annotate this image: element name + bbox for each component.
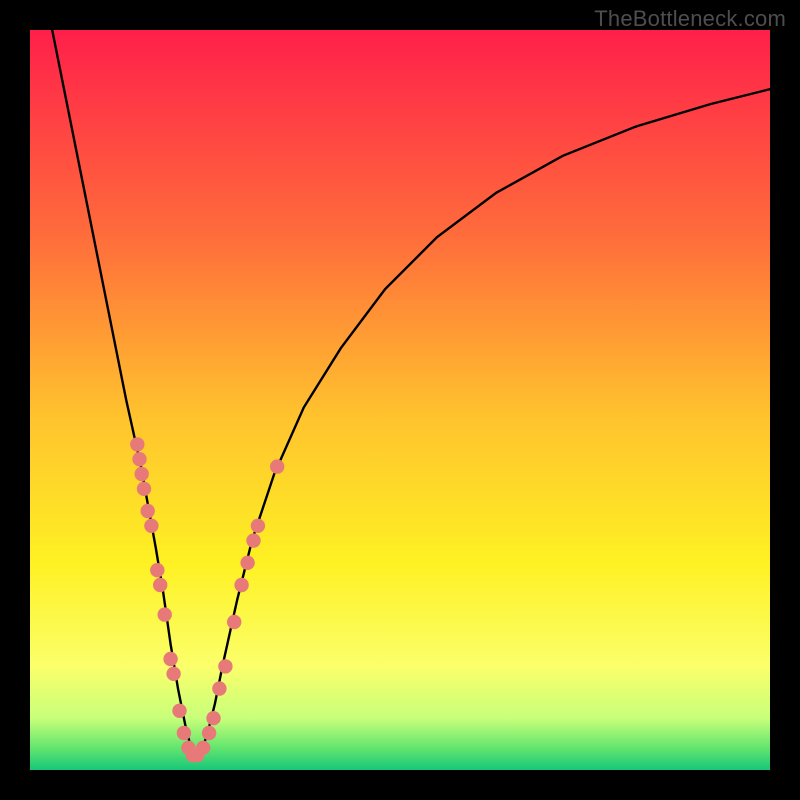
- data-point: [172, 704, 186, 718]
- data-point: [153, 578, 167, 592]
- data-point: [135, 467, 149, 481]
- data-point: [166, 667, 180, 681]
- data-point: [202, 726, 216, 740]
- data-point: [158, 607, 172, 621]
- watermark-label: TheBottleneck.com: [594, 6, 786, 32]
- chart-svg: [30, 30, 770, 770]
- data-point: [141, 504, 155, 518]
- data-point: [196, 741, 210, 755]
- data-point: [132, 452, 146, 466]
- data-point: [246, 533, 260, 547]
- plot-area: [30, 30, 770, 770]
- data-point: [177, 726, 191, 740]
- scatter-dots: [130, 437, 284, 762]
- data-point: [270, 459, 284, 473]
- data-point: [150, 563, 164, 577]
- chart-frame: TheBottleneck.com: [0, 0, 800, 800]
- bottleneck-curve: [52, 30, 770, 755]
- data-point: [234, 578, 248, 592]
- data-point: [240, 556, 254, 570]
- data-point: [163, 652, 177, 666]
- data-point: [218, 659, 232, 673]
- data-point: [251, 519, 265, 533]
- data-point: [206, 711, 220, 725]
- data-point: [137, 482, 151, 496]
- data-point: [212, 681, 226, 695]
- data-point: [130, 437, 144, 451]
- data-point: [227, 615, 241, 629]
- data-point: [144, 519, 158, 533]
